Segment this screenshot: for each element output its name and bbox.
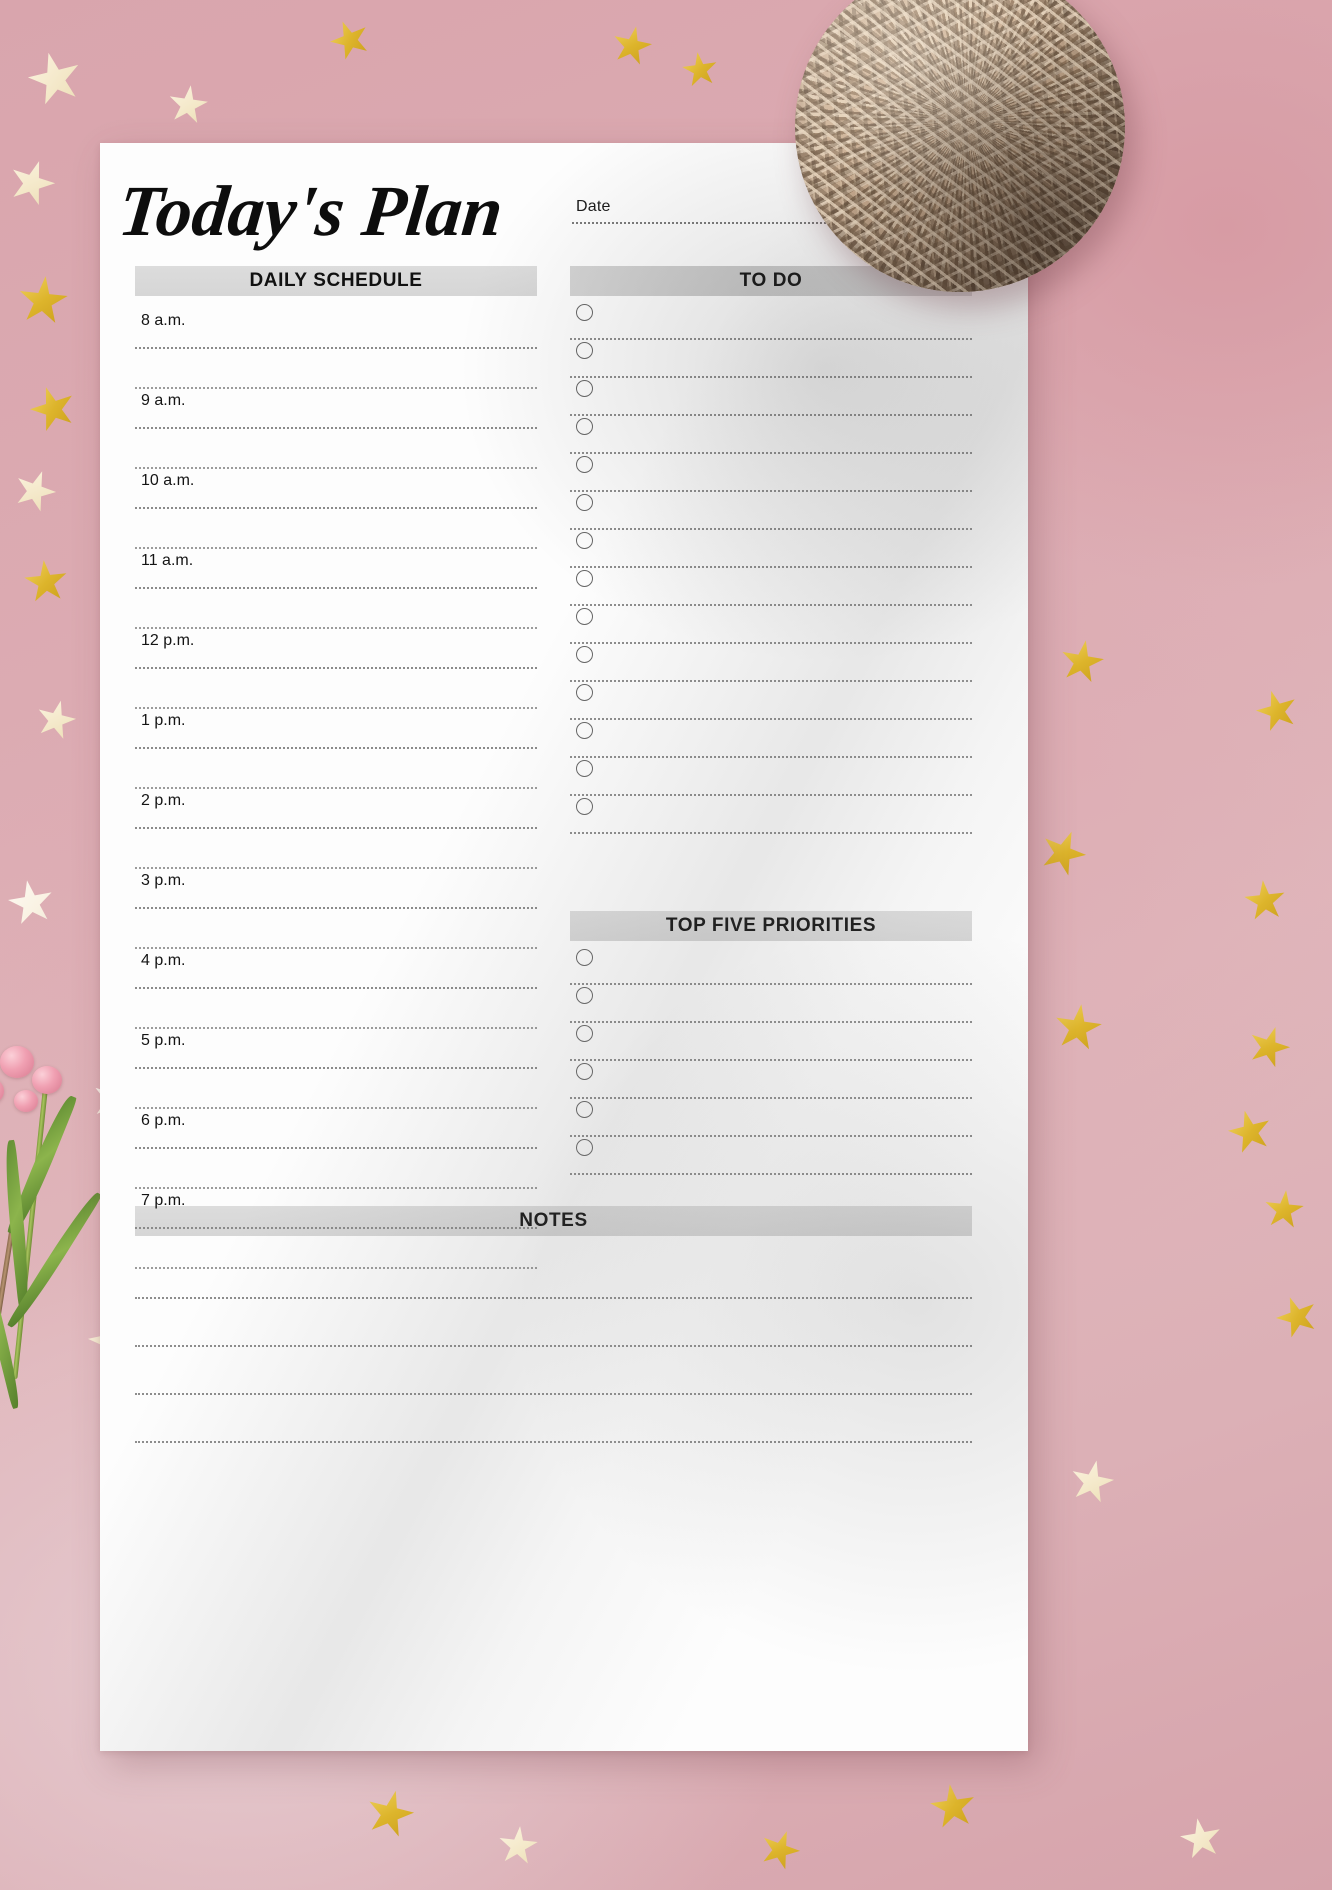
- priority-item[interactable]: [570, 1023, 972, 1061]
- write-line[interactable]: [570, 1173, 972, 1175]
- schedule-time-label: 9 a.m.: [141, 392, 186, 409]
- schedule-half-hour-row[interactable]: [135, 589, 537, 627]
- circle-checkbox-icon[interactable]: [576, 684, 593, 701]
- circle-checkbox-icon[interactable]: [576, 760, 593, 777]
- to-do-item[interactable]: [570, 758, 972, 796]
- schedule-hour-row[interactable]: 1 p.m.: [135, 709, 537, 747]
- schedule-half-hour-row[interactable]: [135, 909, 537, 947]
- schedule-time-label: 3 p.m.: [141, 872, 186, 889]
- circle-checkbox-icon[interactable]: [576, 646, 593, 663]
- priority-item[interactable]: [570, 1099, 972, 1137]
- schedule-half-hour-row[interactable]: [135, 349, 537, 387]
- schedule-hour-row[interactable]: 8 a.m.: [135, 309, 537, 347]
- schedule-hour-row[interactable]: 3 p.m.: [135, 869, 537, 907]
- to-do-item[interactable]: [570, 530, 972, 568]
- circle-checkbox-icon[interactable]: [576, 987, 593, 1004]
- planner-page: Today's Plan Date DAILY SCHEDULE TO DO T…: [100, 143, 1028, 1751]
- to-do-list: [570, 302, 972, 834]
- priority-item[interactable]: [570, 947, 972, 985]
- circle-checkbox-icon[interactable]: [576, 532, 593, 549]
- notes-lines: [135, 1251, 972, 1443]
- circle-checkbox-icon[interactable]: [576, 1063, 593, 1080]
- schedule-hour-row[interactable]: 4 p.m.: [135, 949, 537, 987]
- to-do-item[interactable]: [570, 796, 972, 834]
- schedule-hour-row[interactable]: 6 p.m.: [135, 1109, 537, 1147]
- to-do-item[interactable]: [570, 682, 972, 720]
- schedule-time-label: 8 a.m.: [141, 312, 186, 329]
- write-line[interactable]: [135, 1441, 972, 1443]
- to-do-item[interactable]: [570, 568, 972, 606]
- top-five-priorities-list: [570, 947, 972, 1175]
- circle-checkbox-icon[interactable]: [576, 456, 593, 473]
- schedule-time-label: 6 p.m.: [141, 1112, 186, 1129]
- schedule-hour-row[interactable]: 12 p.m.: [135, 629, 537, 667]
- notes-row[interactable]: [135, 1251, 972, 1299]
- schedule-hour-row[interactable]: 5 p.m.: [135, 1029, 537, 1067]
- notes-row[interactable]: [135, 1347, 972, 1395]
- to-do-item[interactable]: [570, 340, 972, 378]
- circle-checkbox-icon[interactable]: [576, 380, 593, 397]
- schedule-half-hour-row[interactable]: [135, 669, 537, 707]
- circle-checkbox-icon[interactable]: [576, 722, 593, 739]
- priority-item[interactable]: [570, 1137, 972, 1175]
- priority-item[interactable]: [570, 1061, 972, 1099]
- circle-checkbox-icon[interactable]: [576, 608, 593, 625]
- priority-item[interactable]: [570, 985, 972, 1023]
- daily-schedule-list: 8 a.m. 9 a.m. 10 a.m. 11 a.m. 12 p.m. 1 p.m. 2…: [135, 309, 537, 1269]
- schedule-half-hour-row[interactable]: [135, 1149, 537, 1187]
- to-do-item[interactable]: [570, 302, 972, 340]
- schedule-hour-row[interactable]: 7 p.m.: [135, 1189, 537, 1227]
- to-do-item[interactable]: [570, 454, 972, 492]
- schedule-time-label: 2 p.m.: [141, 792, 186, 809]
- circle-checkbox-icon[interactable]: [576, 949, 593, 966]
- to-do-item[interactable]: [570, 492, 972, 530]
- circle-checkbox-icon[interactable]: [576, 1101, 593, 1118]
- schedule-hour-row[interactable]: 11 a.m.: [135, 549, 537, 587]
- schedule-time-label: 12 p.m.: [141, 632, 195, 649]
- circle-checkbox-icon[interactable]: [576, 304, 593, 321]
- to-do-item[interactable]: [570, 416, 972, 454]
- schedule-half-hour-row[interactable]: [135, 749, 537, 787]
- circle-checkbox-icon[interactable]: [576, 570, 593, 587]
- schedule-half-hour-row[interactable]: [135, 509, 537, 547]
- circle-checkbox-icon[interactable]: [576, 418, 593, 435]
- to-do-item[interactable]: [570, 720, 972, 758]
- to-do-item[interactable]: [570, 644, 972, 682]
- schedule-time-label: 5 p.m.: [141, 1032, 186, 1049]
- schedule-half-hour-row[interactable]: [135, 429, 537, 467]
- schedule-time-label: 7 p.m.: [141, 1192, 186, 1209]
- circle-checkbox-icon[interactable]: [576, 342, 593, 359]
- schedule-time-label: 11 a.m.: [141, 552, 194, 569]
- schedule-time-label: 4 p.m.: [141, 952, 186, 969]
- to-do-item[interactable]: [570, 606, 972, 644]
- schedule-time-label: 1 p.m.: [141, 712, 186, 729]
- schedule-hour-row[interactable]: 9 a.m.: [135, 389, 537, 427]
- schedule-hour-row[interactable]: 10 a.m.: [135, 469, 537, 507]
- to-do-item[interactable]: [570, 378, 972, 416]
- notes-row[interactable]: [135, 1299, 972, 1347]
- circle-checkbox-icon[interactable]: [576, 1139, 593, 1156]
- schedule-half-hour-row[interactable]: [135, 829, 537, 867]
- notes-row[interactable]: [135, 1395, 972, 1443]
- circle-checkbox-icon[interactable]: [576, 494, 593, 511]
- schedule-time-label: 10 a.m.: [141, 472, 195, 489]
- top-five-priorities-header: TOP FIVE PRIORITIES: [570, 911, 972, 941]
- circle-checkbox-icon[interactable]: [576, 1025, 593, 1042]
- daily-schedule-header: DAILY SCHEDULE: [135, 266, 537, 296]
- schedule-half-hour-row[interactable]: [135, 1069, 537, 1107]
- page-title-text: Today's Plan: [120, 171, 507, 251]
- schedule-half-hour-row[interactable]: [135, 989, 537, 1027]
- write-line[interactable]: [570, 832, 972, 834]
- page-title: Today's Plan: [115, 165, 580, 261]
- schedule-hour-row[interactable]: 2 p.m.: [135, 789, 537, 827]
- circle-checkbox-icon[interactable]: [576, 798, 593, 815]
